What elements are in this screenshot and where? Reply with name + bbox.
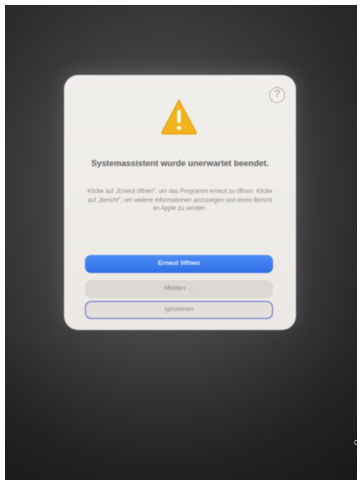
dialog-message: Klicke auf „Erneut öffnen", um das Progr…	[87, 189, 273, 213]
report-button[interactable]: Melden …	[85, 280, 273, 298]
help-icon[interactable]: ?	[269, 87, 285, 103]
warning-triangle-icon	[161, 98, 197, 135]
reopen-button[interactable]: Erneut öffnen	[85, 255, 273, 273]
crash-alert-dialog: ? Systemassistent wurde unerwartet beend…	[64, 75, 296, 330]
edge-glyph: c	[354, 437, 357, 447]
ignore-button[interactable]: Ignorieren	[85, 301, 273, 319]
dialog-title: Systemassistent wurde unerwartet beendet…	[91, 158, 269, 168]
photo-background: c ? Systemassistent wurde unerwartet bee…	[5, 5, 357, 480]
